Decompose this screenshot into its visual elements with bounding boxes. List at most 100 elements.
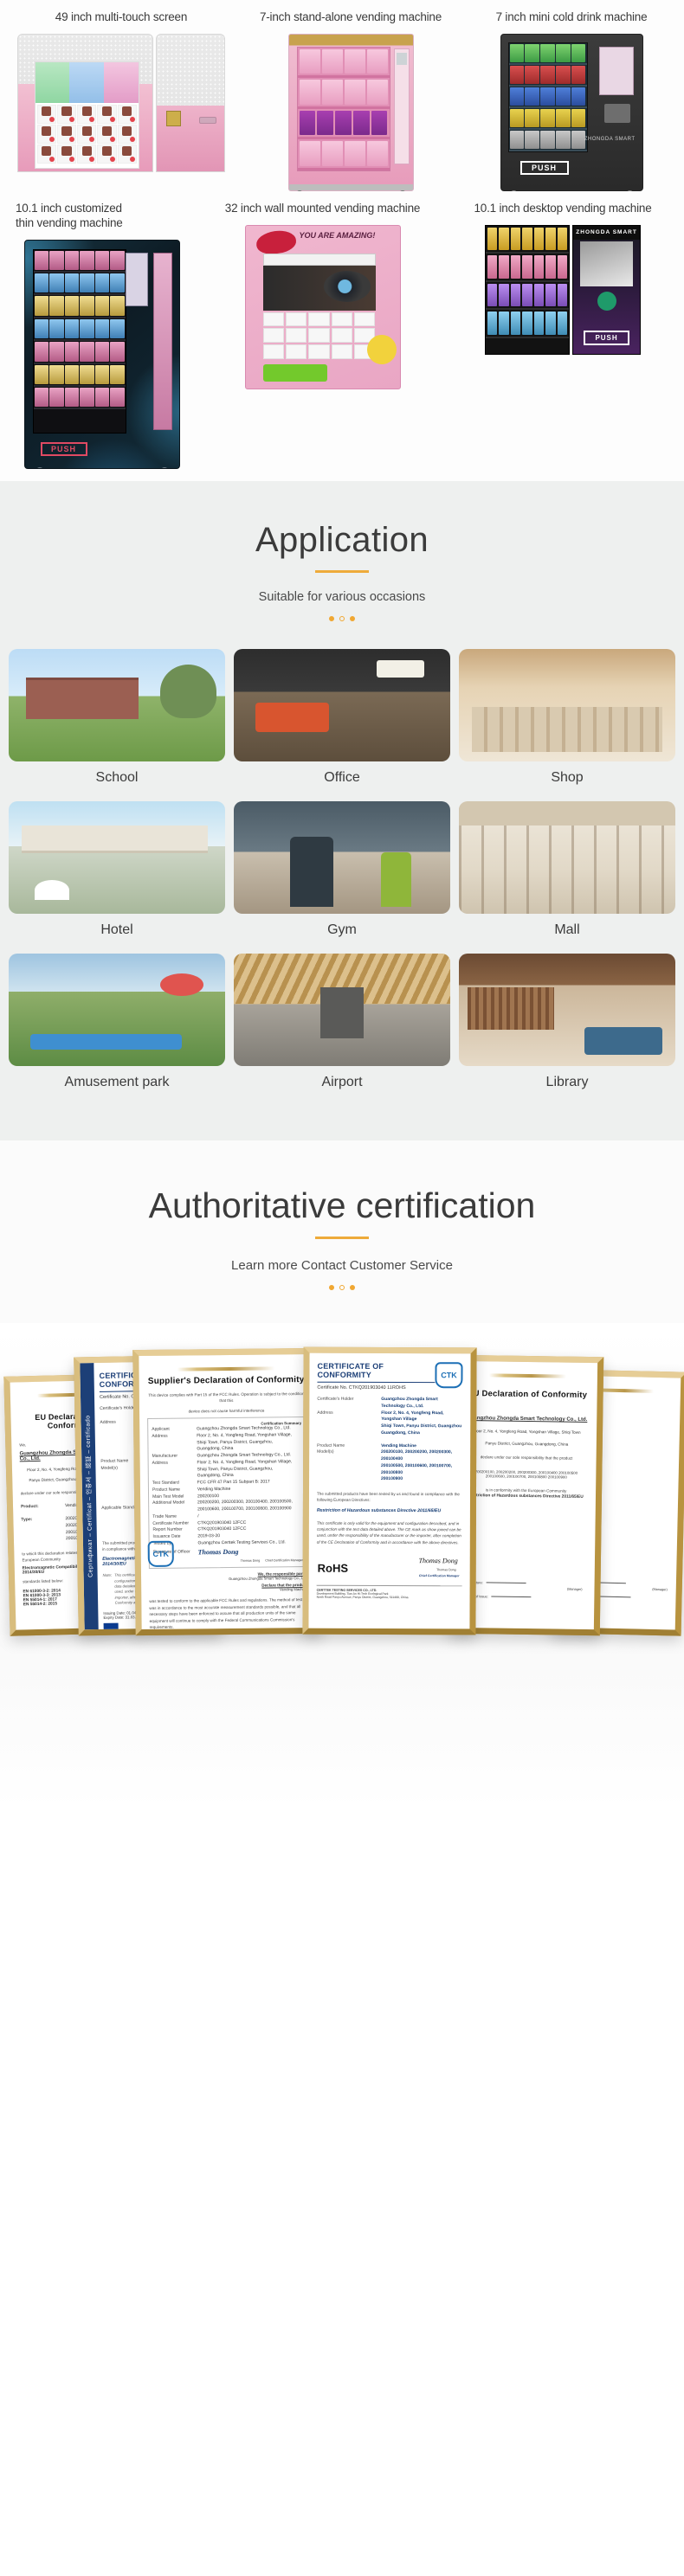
dot-filled-2 [350, 615, 355, 621]
product-caption-7-inch-standalone: 7-inch stand-alone vending machine [259, 10, 442, 23]
machine-touch-screen [125, 252, 148, 306]
flourish-ornament [177, 1366, 275, 1372]
date-line [491, 1596, 532, 1597]
ctk-logo-icon: CTK [435, 1361, 463, 1388]
row-key: Address [152, 1433, 168, 1439]
application-item-amusement-park[interactable]: Amusement park [9, 953, 225, 1106]
certificate-title: CERTIFICATE OF CONFORMITY [317, 1361, 384, 1379]
dot-hollow [339, 1284, 345, 1290]
machine-touch-screen [34, 61, 139, 169]
product-image-mini-cold-drink: ZHONGDA SMART PUSH [459, 33, 684, 191]
application-item-shop[interactable]: Shop [459, 648, 675, 801]
showcase-row-1: 49 inch multi-touch screen 7-inch stand-… [0, 0, 684, 191]
brand-label: ZHONGDA SMART [573, 225, 640, 240]
row-value: Floor 2, No. 4, Yongfeng Road, Yongshan … [197, 1458, 293, 1472]
brand-label: ZHONGDA SMART [584, 136, 636, 142]
flourish-ornament [489, 1373, 566, 1378]
application-label: Gym [327, 922, 357, 937]
field-key: Address [317, 1409, 333, 1415]
row-key: Additional Model [152, 1500, 185, 1506]
field-key: Certificate's Holder [317, 1396, 354, 1402]
application-label: Office [324, 769, 360, 785]
title-underline [315, 569, 369, 573]
application-label: Amusement park [64, 1074, 170, 1089]
manager-label: (Manager) [566, 1587, 583, 1591]
product-image-10-1-desktop: ZHONGDA SMART PUSH [442, 224, 684, 355]
declared-product: Vending Machine [280, 1587, 308, 1592]
push-door-label: PUSH [40, 441, 87, 456]
machine-side-display [152, 252, 172, 430]
product-image-49-inch [0, 33, 242, 172]
application-thumbnail [234, 800, 450, 914]
dot-filled-1 [329, 615, 334, 621]
push-door-label: PUSH [584, 330, 629, 345]
product-detail-page: 49 inch multi-touch screen 7-inch stand-… [0, 0, 684, 1808]
officer-name: Thomas Dong [436, 1567, 456, 1571]
application-label: Shop [551, 769, 584, 785]
product-card-mini-cold-drink[interactable]: 7 inch mini cold drink machine ZHONGDA S… [459, 0, 684, 191]
machine-display-window [296, 46, 390, 171]
push-door-label: PUSH [519, 160, 569, 175]
row-value: Floor 2, No. 4, Yongfeng Road, Yongshan … [197, 1431, 292, 1445]
application-item-airport[interactable]: Airport [234, 953, 450, 1106]
application-item-office[interactable]: Office [234, 648, 450, 801]
product-caption-49-inch: 49 inch multi-touch screen [55, 10, 188, 23]
machine-display-window [485, 224, 571, 355]
application-thumbnail [459, 800, 675, 914]
application-thumbnail [9, 800, 225, 914]
certification-subtitle: Learn more Contact Customer Service [231, 1257, 453, 1273]
certificate-gallery: EU Declaration of Conformity We, Guangzh… [0, 1322, 684, 1808]
product-card-10-1-thin[interactable]: 10.1 inch customized thin vending machine [0, 191, 203, 469]
ctk-stamp-icon: CTK [147, 1540, 174, 1567]
lips-sticker-icon [254, 228, 298, 256]
certificate-reflection [0, 1634, 684, 1808]
application-label: Airport [321, 1074, 363, 1089]
product-card-32-inch-wall[interactable]: 32 inch wall mounted vending machine YOU… [203, 191, 442, 389]
application-item-school[interactable]: School [9, 648, 225, 801]
product-card-10-1-desktop[interactable]: 10.1 inch desktop vending machine ZHONGD… [442, 191, 684, 355]
application-item-gym[interactable]: Gym [234, 800, 450, 954]
row-key: Issuance Date [152, 1533, 181, 1539]
officer-signature: Thomas Dong [197, 1547, 239, 1556]
row-key: Address [152, 1460, 169, 1466]
application-title: Application [255, 520, 429, 559]
field-value: 200100900 [380, 1475, 403, 1481]
application-thumbnail [459, 648, 675, 761]
certificate-frame-suppliers-declaration[interactable]: Supplier's Declaration of Conformity Thi… [132, 1347, 322, 1635]
machine-branding-panel: ZHONGDA SMART PUSH [572, 224, 641, 355]
brand-logo-icon [597, 291, 616, 311]
machine-control-panel [393, 48, 410, 164]
product-card-49-inch[interactable]: 49 inch multi-touch screen [0, 0, 242, 191]
officer-name: Thomas Dong [240, 1558, 261, 1563]
table-row: Signature of Officer Thomas Dong [153, 1545, 303, 1558]
machine-ad-banner [262, 265, 376, 311]
note-text: This certificate is only valid for the e… [316, 1520, 461, 1545]
row-key: Applicant [152, 1426, 170, 1432]
application-label: Mall [554, 922, 580, 937]
product-caption-10-1-thin: 10.1 inch customized thin vending machine [16, 201, 123, 229]
application-section: Application Suitable for various occasio… [0, 480, 684, 1140]
certificate-paper: Supplier's Declaration of Conformity Thi… [139, 1353, 316, 1629]
showcase-row-2: 10.1 inch customized thin vending machine [0, 191, 684, 469]
machine-touch-screen [598, 46, 634, 95]
certificate-frame-rohs-conformity[interactable]: CERTIFICATE OF CONFORMITY Certificate No… [302, 1346, 477, 1635]
field-value: 200100500, 200100600, 200100700, 2001008… [380, 1462, 453, 1475]
row-key: Main Test Model [152, 1493, 184, 1500]
application-item-hotel[interactable]: Hotel [9, 800, 225, 954]
application-subtitle: Suitable for various occasions [258, 589, 426, 604]
machine-display-window [507, 42, 588, 152]
officer-title: Chief Certification Manager [418, 1573, 460, 1577]
product-caption-10-1-desktop: 10.1 inch desktop vending machine [474, 201, 652, 215]
product-caption-32-inch-wall: 32 inch wall mounted vending machine [224, 201, 421, 215]
product-card-7-inch-standalone[interactable]: 7-inch stand-alone vending machine [242, 0, 459, 191]
machine-right-cabinet [156, 33, 225, 172]
application-item-library[interactable]: Library [459, 953, 675, 1106]
sticker-text: YOU ARE AMAZING! [299, 230, 376, 240]
row-value: 200200200, 200200300, 200100400, 2001005… [197, 1499, 293, 1513]
certificate-directive: Restriction of Hazardous substances Dire… [316, 1507, 442, 1513]
table-row: Address Floor 2, No. 4, Yongfeng Road, Yo… [152, 1432, 301, 1447]
application-item-mall[interactable]: Mall [459, 800, 675, 954]
row-key: Certificate Number [152, 1519, 190, 1526]
promo-photo [580, 241, 633, 286]
machine-left-cabinet [17, 33, 154, 172]
